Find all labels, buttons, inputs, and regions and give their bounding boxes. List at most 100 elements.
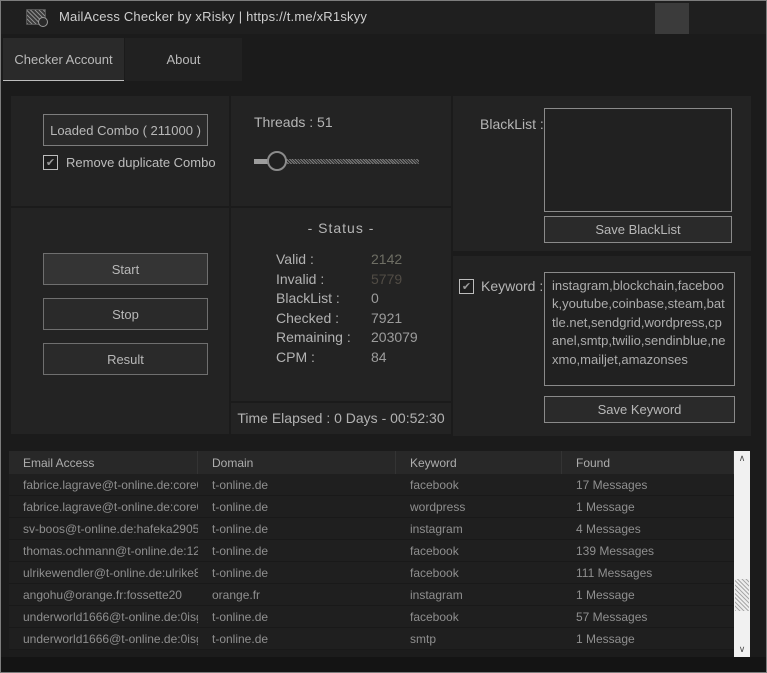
status-title: - Status - — [231, 220, 451, 236]
cell-keyword: facebook — [396, 474, 562, 495]
cell-keyword: facebook — [396, 606, 562, 627]
checkmark-icon: ✔ — [46, 156, 55, 169]
table-row[interactable]: angohu@orange.fr:fossette20 orange.fr in… — [9, 584, 734, 606]
cell-domain: t-online.de — [198, 628, 396, 649]
blacklist-panel: BlackList : Save BlackList — [453, 96, 751, 251]
threads-slider[interactable] — [254, 151, 419, 171]
status-row-value: 0 — [371, 290, 379, 310]
column-header-email[interactable]: Email Access — [9, 451, 198, 474]
loaded-combo-button[interactable]: Loaded Combo ( 211000 ) — [43, 114, 208, 146]
remove-duplicate-checkbox[interactable]: ✔ — [43, 155, 58, 170]
blacklist-label: BlackList : — [480, 116, 544, 132]
titlebar-button[interactable] — [655, 3, 689, 34]
status-row: Valid : 2142 — [276, 251, 446, 271]
table-header: Email Access Domain Keyword Found — [9, 451, 734, 474]
column-header-keyword[interactable]: Keyword — [396, 451, 562, 474]
table-row[interactable]: sv-boos@t-online.de:hafeka290507 t-onlin… — [9, 518, 734, 540]
cell-email: underworld1666@t-online.de:0isg... — [9, 606, 198, 627]
status-row: BlackList : 0 — [276, 290, 446, 310]
blacklist-input[interactable] — [544, 108, 732, 212]
column-header-domain[interactable]: Domain — [198, 451, 396, 474]
controls-panel: Start Stop Result — [11, 208, 229, 434]
status-row-label: Invalid : — [276, 271, 371, 291]
results-table: Email Access Domain Keyword Found fabric… — [9, 451, 734, 657]
cell-domain: t-online.de — [198, 518, 396, 539]
cell-keyword: wordpress — [396, 496, 562, 517]
tab-checker-account[interactable]: Checker Account — [3, 38, 124, 81]
threads-label: Threads : 51 — [254, 114, 333, 130]
table-row[interactable]: underworld1666@t-online.de:0isg... t-onl… — [9, 628, 734, 650]
app-window: MailAcess Checker by xRisky | https://t.… — [0, 0, 767, 673]
start-button[interactable]: Start — [43, 253, 208, 285]
remove-duplicate-label: Remove duplicate Combo — [66, 155, 216, 170]
main-content: Loaded Combo ( 211000 ) ✔ Remove duplica… — [1, 81, 766, 673]
window-title: MailAcess Checker by xRisky | https://t.… — [59, 9, 367, 24]
cell-keyword: facebook — [396, 562, 562, 583]
app-icon — [26, 9, 46, 25]
keyword-checkbox[interactable]: ✔ — [459, 279, 474, 294]
table-scrollbar[interactable]: ∧ ∨ — [734, 451, 750, 657]
cell-domain: t-online.de — [198, 496, 396, 517]
status-row: CPM : 84 — [276, 349, 446, 369]
status-row-value: 5779 — [371, 271, 402, 291]
cell-keyword: instagram — [396, 584, 562, 605]
keyword-label: Keyword : — [481, 278, 543, 294]
cell-found: 1 Message — [562, 496, 734, 517]
table-row[interactable]: thomas.ochmann@t-online.de:120... t-onli… — [9, 540, 734, 562]
cell-domain: t-online.de — [198, 562, 396, 583]
bottom-strip — [1, 657, 766, 673]
cell-found: 1 Message — [562, 628, 734, 649]
threads-slider-thumb[interactable] — [267, 151, 287, 171]
scroll-up-icon[interactable]: ∧ — [739, 451, 746, 466]
status-row-value: 7921 — [371, 310, 402, 330]
status-row-label: Remaining : — [276, 329, 371, 349]
cell-email: ulrikewendler@t-online.de:ulrike88 — [9, 562, 198, 583]
cell-found: 17 Messages — [562, 474, 734, 495]
status-row-label: Valid : — [276, 251, 371, 271]
scroll-down-icon[interactable]: ∨ — [739, 642, 746, 657]
cell-email: angohu@orange.fr:fossette20 — [9, 584, 198, 605]
table-row[interactable]: fabrice.lagrave@t-online.de:core0... t-o… — [9, 474, 734, 496]
table-row[interactable]: underworld1666@t-online.de:0isg... t-onl… — [9, 606, 734, 628]
cell-found: 111 Messages — [562, 562, 734, 583]
status-rows: Valid : 2142 Invalid : 5779 BlackList : … — [276, 251, 446, 368]
cell-domain: t-online.de — [198, 540, 396, 561]
time-elapsed-panel: Time Elapsed : 0 Days - 00:52:30 — [231, 403, 451, 434]
status-row: Checked : 7921 — [276, 310, 446, 330]
cell-found: 139 Messages — [562, 540, 734, 561]
status-row-label: CPM : — [276, 349, 371, 369]
tab-strip: Checker Account About — [1, 34, 766, 81]
status-panel: - Status - Valid : 2142 Invalid : 5779 B… — [231, 208, 451, 401]
scrollbar-thumb[interactable] — [735, 579, 749, 611]
cell-email: underworld1666@t-online.de:0isg... — [9, 628, 198, 649]
keyword-panel: ✔ Keyword : instagram,blockchain,faceboo… — [453, 256, 751, 436]
status-row-label: Checked : — [276, 310, 371, 330]
status-row-label: BlackList : — [276, 290, 371, 310]
keyword-input[interactable]: instagram,blockchain,facebook,youtube,co… — [544, 272, 735, 386]
cell-keyword: instagram — [396, 518, 562, 539]
threads-panel: Threads : 51 — [231, 96, 451, 206]
status-row-value: 203079 — [371, 329, 418, 349]
tab-about[interactable]: About — [125, 38, 242, 81]
status-row: Remaining : 203079 — [276, 329, 446, 349]
stop-button[interactable]: Stop — [43, 298, 208, 330]
time-elapsed-text: Time Elapsed : 0 Days - 00:52:30 — [231, 410, 451, 426]
titlebar: MailAcess Checker by xRisky | https://t.… — [1, 1, 766, 34]
table-row[interactable]: fabrice.lagrave@t-online.de:core0... t-o… — [9, 496, 734, 518]
save-blacklist-button[interactable]: Save BlackList — [544, 216, 732, 243]
status-row-value: 2142 — [371, 251, 402, 271]
save-keyword-button[interactable]: Save Keyword — [544, 396, 735, 423]
cell-email: fabrice.lagrave@t-online.de:core0... — [9, 496, 198, 517]
checkmark-icon: ✔ — [462, 280, 471, 293]
result-button[interactable]: Result — [43, 343, 208, 375]
cell-domain: t-online.de — [198, 606, 396, 627]
cell-found: 57 Messages — [562, 606, 734, 627]
cell-domain: t-online.de — [198, 474, 396, 495]
cell-keyword: facebook — [396, 540, 562, 561]
table-row[interactable]: ulrikewendler@t-online.de:ulrike88 t-onl… — [9, 562, 734, 584]
cell-domain: orange.fr — [198, 584, 396, 605]
cell-keyword: smtp — [396, 628, 562, 649]
column-header-found[interactable]: Found — [562, 451, 734, 474]
cell-email: fabrice.lagrave@t-online.de:core0... — [9, 474, 198, 495]
cell-email: sv-boos@t-online.de:hafeka290507 — [9, 518, 198, 539]
